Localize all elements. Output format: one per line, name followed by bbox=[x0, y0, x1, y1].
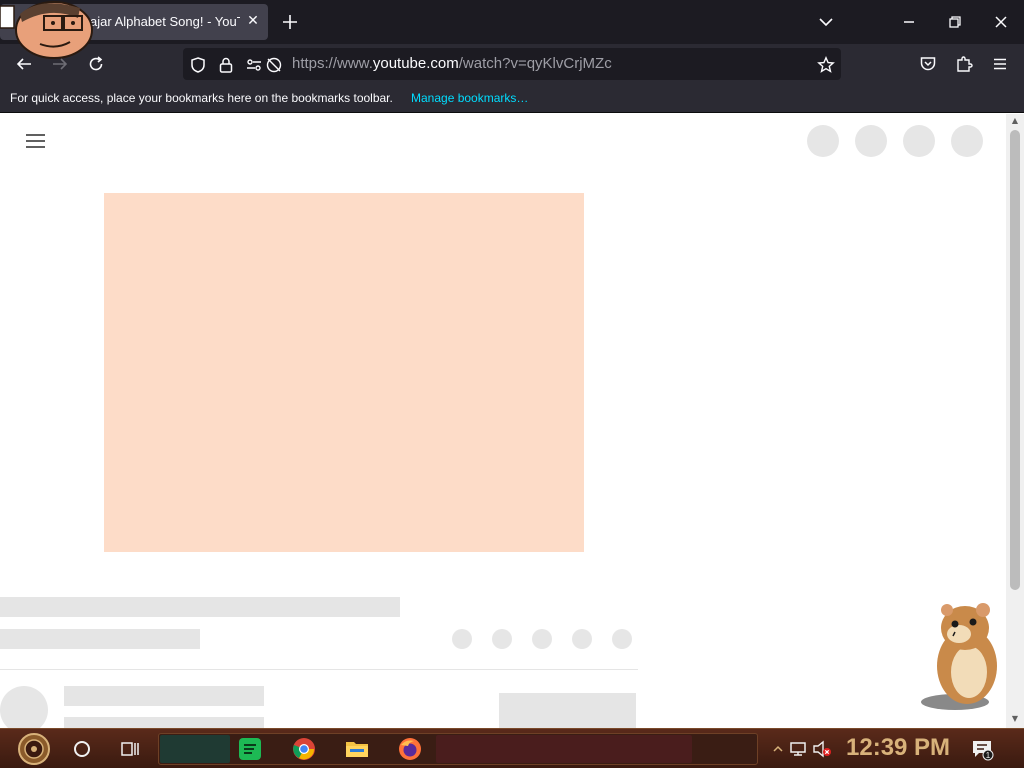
action-skeleton-circle bbox=[572, 629, 592, 649]
taskbar-clock[interactable]: 12:39 PM bbox=[846, 734, 950, 762]
taskbar-panel bbox=[436, 735, 692, 763]
header-placeholder-circle bbox=[807, 125, 839, 157]
close-icon bbox=[995, 16, 1007, 28]
new-tab-icon[interactable] bbox=[278, 10, 302, 34]
url-path: /watch?v=qyKlvCrjMZc bbox=[458, 55, 612, 72]
scroll-down-icon[interactable]: ▼ bbox=[1010, 714, 1020, 724]
navigation-toolbar: https://www.youtube.com/watch?v=qyKlvCrj… bbox=[0, 44, 1024, 84]
scroll-thumb[interactable] bbox=[1010, 130, 1020, 590]
action-skeleton-circle bbox=[612, 629, 632, 649]
bookmarks-hint: For quick access, place your bookmarks h… bbox=[10, 91, 393, 105]
scroll-up-icon[interactable]: ▲ bbox=[1010, 116, 1020, 126]
minimize-button[interactable] bbox=[886, 0, 932, 44]
task-view-icon[interactable] bbox=[118, 737, 142, 761]
tab-title: ajar Alphabet Song! - YouTube bbox=[90, 14, 240, 29]
file-explorer-icon[interactable] bbox=[345, 737, 369, 761]
video-player-placeholder[interactable] bbox=[104, 193, 584, 552]
header-placeholder-circle bbox=[903, 125, 935, 157]
minimize-icon bbox=[904, 21, 914, 23]
firefox-icon[interactable] bbox=[398, 737, 422, 761]
description-skeleton bbox=[64, 717, 264, 728]
tracking-protection-shield-icon[interactable] bbox=[189, 56, 207, 74]
url-text[interactable]: https://www.youtube.com/watch?v=qyKlvCrj… bbox=[292, 55, 612, 72]
app-menu-button[interactable] bbox=[988, 52, 1012, 76]
chevron-down-icon[interactable] bbox=[814, 12, 838, 32]
action-skeleton-circle bbox=[492, 629, 512, 649]
close-window-button[interactable] bbox=[978, 0, 1024, 44]
puzzle-piece-icon bbox=[957, 56, 973, 72]
tab-close-icon[interactable]: ✕ bbox=[244, 12, 262, 30]
volume-muted-icon[interactable] bbox=[810, 737, 834, 761]
manage-bookmarks-link[interactable]: Manage bookmarks… bbox=[411, 91, 528, 105]
spotify-icon[interactable] bbox=[238, 737, 262, 761]
cartoon-face-sticker-icon bbox=[0, 1, 93, 59]
header-placeholder-circle bbox=[855, 125, 887, 157]
url-prefix: https://www. bbox=[292, 55, 373, 72]
action-skeleton-circle bbox=[532, 629, 552, 649]
extensions-button[interactable] bbox=[952, 52, 976, 76]
hamster-desktop-pet-icon bbox=[921, 603, 997, 710]
notification-count: 1 bbox=[986, 751, 991, 760]
address-bar[interactable]: https://www.youtube.com/watch?v=qyKlvCrj… bbox=[183, 48, 841, 80]
pocket-icon bbox=[920, 57, 936, 71]
search-circle-icon[interactable] bbox=[70, 737, 94, 761]
restore-button[interactable] bbox=[932, 0, 978, 44]
action-skeleton-circle bbox=[452, 629, 472, 649]
description-skeleton bbox=[64, 686, 264, 706]
hamburger-menu-icon bbox=[994, 58, 1006, 70]
divider bbox=[0, 669, 638, 670]
youtube-page bbox=[0, 114, 1006, 728]
bookmarks-toolbar: For quick access, place your bookmarks h… bbox=[0, 84, 1024, 113]
lock-icon[interactable] bbox=[217, 56, 235, 74]
title-skeleton bbox=[0, 597, 400, 617]
restore-icon bbox=[949, 16, 961, 28]
subscribe-skeleton bbox=[499, 693, 636, 728]
tab-strip: ajar Alphabet Song! - YouTube ✕ bbox=[0, 0, 1024, 59]
notification-center-icon[interactable]: 1 bbox=[970, 737, 994, 761]
pocket-button[interactable] bbox=[916, 52, 940, 76]
avatar-skeleton bbox=[0, 686, 48, 728]
chrome-icon[interactable] bbox=[292, 737, 316, 761]
network-icon[interactable] bbox=[786, 737, 810, 761]
channel-skeleton bbox=[0, 629, 200, 649]
taskbar-panel bbox=[160, 735, 230, 763]
guide-menu-icon[interactable] bbox=[26, 134, 46, 148]
header-placeholder-circle bbox=[951, 125, 983, 157]
taskbar: 12:39 PM 1 bbox=[0, 728, 1024, 768]
bookmark-star-icon[interactable] bbox=[817, 56, 835, 74]
permissions-icon[interactable] bbox=[245, 56, 263, 74]
autoplay-blocked-icon[interactable] bbox=[265, 56, 283, 74]
url-host: youtube.com bbox=[372, 55, 459, 72]
start-button-icon[interactable] bbox=[10, 732, 58, 766]
